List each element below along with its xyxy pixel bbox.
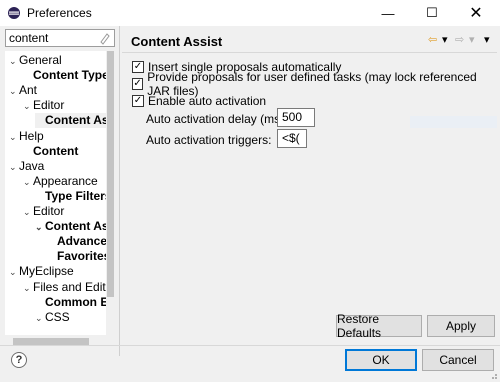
minimize-icon: — [381, 5, 395, 21]
maximize-button[interactable]: ☐ [410, 0, 454, 26]
chevron-down-icon[interactable]: ⌄ [9, 54, 19, 69]
chevron-down-icon[interactable]: ⌄ [23, 175, 33, 190]
chevron-down-icon[interactable]: ⌄ [23, 99, 33, 114]
option-user-tasks[interactable]: ✓ Provide proposals for user defined tas… [132, 70, 500, 98]
tree-horizontal-scrollbar[interactable] [5, 336, 115, 348]
close-icon: ✕ [469, 5, 483, 22]
chevron-down-icon[interactable]: ⌄ [9, 160, 19, 175]
bottom-separator [0, 345, 500, 346]
dialog-body: content ⌄ CSS Common E ⌄ Files and Edito ⌄ MyE… [0, 26, 500, 382]
tree-item[interactable]: ⌄ General [9, 53, 62, 68]
tree-item-label: Common E [45, 294, 109, 309]
view-menu-icon[interactable]: ▾ [484, 33, 490, 46]
clear-filter-icon[interactable] [99, 31, 111, 45]
chevron-down-icon[interactable]: ⌄ [9, 84, 19, 99]
panel-header: Content Assist ⇦ ▾ ⇨ ▾ ▾ [122, 29, 497, 53]
triggers-label: Auto activation triggers: [146, 133, 272, 147]
panel-divider[interactable] [119, 26, 120, 356]
checkbox-insert-single[interactable]: ✓ [132, 61, 144, 73]
tree-item[interactable]: ⌄ Help [9, 129, 44, 144]
chevron-down-icon[interactable]: ⌄ [35, 311, 45, 326]
triggers-input[interactable]: <$( [277, 129, 307, 148]
tree-item[interactable]: ⌄ Java [9, 159, 44, 174]
watermark [410, 116, 497, 128]
checkbox-auto-activation[interactable]: ✓ [132, 95, 144, 107]
filter-input[interactable]: content [5, 29, 115, 47]
tree-item[interactable]: Type Filters [35, 189, 111, 204]
tree-item-label: Content Ass [45, 113, 115, 128]
delay-label: Auto activation delay (ms): [146, 112, 288, 126]
minimize-button[interactable]: — [366, 0, 410, 26]
tree-item[interactable]: Common E [35, 295, 108, 310]
tree-item-label: Content [33, 143, 79, 158]
checkbox-user-tasks[interactable]: ✓ [132, 78, 144, 90]
back-arrow-icon[interactable]: ⇦ [428, 33, 437, 46]
cancel-button[interactable]: Cancel [422, 349, 494, 371]
tree-item-label: CSS [45, 309, 70, 324]
tree-item-label: Editor [33, 204, 65, 218]
tree-item-label: Type Filters [45, 188, 112, 203]
tree-item[interactable]: ⌄ Appearance [23, 174, 98, 189]
tree-item[interactable]: ⌄ Ant [9, 83, 37, 98]
title-bar: Preferences — ☐ ✕ [0, 0, 500, 26]
window-title: Preferences [27, 6, 92, 20]
tree-item[interactable]: ⌄ Files and Edito [23, 280, 112, 295]
forward-arrow-icon[interactable]: ⇨ [455, 33, 464, 46]
restore-defaults-button[interactable]: Restore Defaults [336, 312, 422, 340]
tree-item-label: Advance [57, 234, 108, 249]
tree-item-label: Files and Edito [33, 279, 113, 294]
tree-item[interactable]: ⌄ Editor [23, 204, 64, 219]
tree-item[interactable]: Advance [47, 234, 107, 249]
chevron-down-icon[interactable]: ⌄ [23, 281, 33, 296]
tree-item-label: General [19, 53, 62, 67]
tree-item[interactable]: ⌄ CSS [35, 310, 70, 325]
ok-button[interactable]: OK [345, 349, 417, 371]
back-dropdown-icon[interactable]: ▾ [442, 33, 448, 46]
chevron-down-icon[interactable]: ⌄ [35, 220, 45, 235]
filter-text: content [9, 31, 49, 45]
option-label: Enable auto activation [148, 94, 267, 108]
close-button[interactable]: ✕ [454, 0, 498, 26]
tree-item-label: Appearance [33, 173, 98, 188]
forward-dropdown-icon[interactable]: ▾ [469, 33, 475, 46]
apply-button[interactable]: Apply [427, 315, 495, 337]
tree-item-label: Ant [19, 83, 38, 98]
tree-item-label: Content Type [33, 68, 109, 83]
tree-item[interactable]: ⌄ MyEclipse [9, 264, 74, 279]
help-icon[interactable]: ? [11, 352, 27, 368]
tree-item[interactable]: ⌄ Editor [23, 98, 64, 113]
tree-item-label: Content Ass [45, 219, 115, 234]
maximize-icon: ☐ [426, 5, 438, 20]
tree-item[interactable]: ⌄ Content Ass [35, 219, 115, 234]
option-auto-activation[interactable]: ✓ Enable auto activation [132, 93, 266, 109]
preferences-tree[interactable]: ⌄ CSS Common E ⌄ Files and Edito ⌄ MyEclipse Fa… [5, 51, 115, 335]
chevron-down-icon[interactable]: ⌄ [23, 205, 33, 220]
tree-item[interactable]: Content Ass [35, 113, 115, 129]
page-title: Content Assist [131, 34, 223, 49]
tree-item[interactable]: Content [23, 144, 78, 159]
tree-item-label: MyEclipse [19, 264, 74, 279]
tree-scroll-thumb[interactable] [107, 51, 114, 297]
chevron-down-icon[interactable]: ⌄ [9, 265, 19, 280]
tree-item-label: Help [19, 128, 44, 143]
resize-grip-icon[interactable] [488, 370, 498, 380]
eclipse-app-icon [8, 7, 20, 19]
tree-item-label: Java [19, 158, 45, 173]
tree-item[interactable]: Favorites [47, 249, 110, 264]
tree-item[interactable]: Content Type [23, 68, 109, 83]
chevron-down-icon[interactable]: ⌄ [9, 130, 19, 145]
tree-item-label: Favorites [57, 249, 111, 264]
delay-input[interactable]: 500 [277, 108, 315, 127]
tree-item-label: Editor [33, 98, 65, 113]
